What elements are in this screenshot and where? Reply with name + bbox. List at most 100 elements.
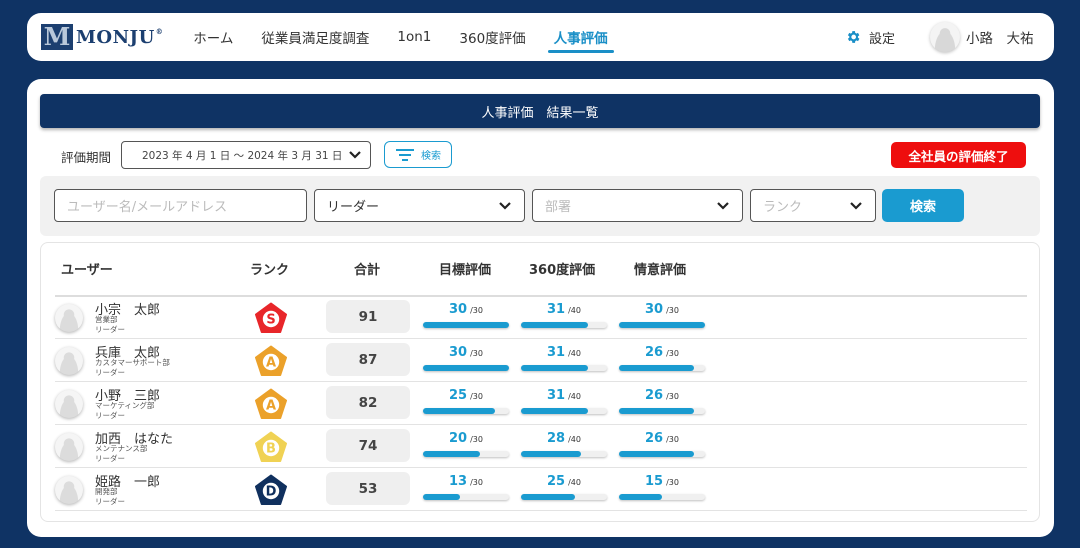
chevron-down-icon — [717, 202, 729, 210]
attitude-score-progress-fill — [619, 408, 694, 414]
user-role: リーダー — [95, 411, 125, 420]
user-avatar-icon — [55, 304, 83, 332]
user-department: メンテナンス部 — [95, 444, 148, 453]
column-header-360-evaluation[interactable]: 360度評価 — [529, 259, 595, 278]
goal-score: 30/30 — [423, 300, 509, 334]
period-select[interactable]: 2023 年 4 月 1 日 〜 2024 年 3 月 31 日 — [121, 141, 371, 169]
attitude-score-value: 26 — [645, 388, 664, 403]
360-score-max: /40 — [568, 435, 581, 444]
goal-score-progress-bar — [423, 451, 509, 457]
main-nav: ホーム 従業員満足度調査 1on1 360度評価 人事評価 — [193, 13, 635, 61]
nav-item-360-review[interactable]: 360度評価 — [459, 13, 525, 61]
goal-score-progress-bar — [423, 494, 509, 500]
user-name: 小路 大祐 — [966, 31, 1034, 47]
search-button[interactable]: 検索 — [882, 189, 964, 222]
user-department-role: 営業部 リーダー — [95, 315, 125, 335]
goal-score-text: 25/30 — [423, 388, 509, 403]
attitude-score-text: 26/30 — [619, 388, 705, 403]
goal-score: 13/30 — [423, 472, 509, 506]
attitude-score-value: 30 — [645, 302, 664, 317]
user-avatar-icon — [930, 22, 960, 52]
user-department-role: カスタマーサポート部 リーダー — [95, 358, 170, 378]
total-score: 82 — [326, 386, 410, 419]
rank-badge-icon: A — [255, 388, 287, 419]
rank-letter: B — [266, 442, 276, 457]
goal-score: 20/30 — [423, 429, 509, 463]
table-row[interactable]: 小宗 太郎 営業部 リーダー S 91 30/30 31/40 30/30 — [55, 296, 1027, 339]
settings-link[interactable]: 設定 — [845, 13, 895, 61]
table-row[interactable]: 姫路 一郎 開発部 リーダー D 53 13/30 25/40 15/30 — [55, 468, 1027, 511]
main-card: 人事評価 結果一覧 評価期間 2023 年 4 月 1 日 〜 2024 年 3… — [27, 79, 1054, 537]
nav-item-satisfaction-survey[interactable]: 従業員満足度調査 — [261, 13, 369, 61]
360-score-value: 31 — [547, 345, 566, 360]
rank-select[interactable]: ランク — [750, 189, 876, 222]
column-header-user[interactable]: ユーザー — [61, 259, 113, 278]
department-select[interactable]: 部署 — [532, 189, 743, 222]
attitude-score-text: 30/30 — [619, 302, 705, 317]
360-score-progress-fill — [521, 494, 575, 500]
360-score: 31/40 — [521, 300, 607, 334]
goal-score-value: 20 — [449, 431, 468, 446]
attitude-score: 26/30 — [619, 429, 705, 463]
settings-label: 設定 — [869, 31, 896, 47]
360-score-value: 28 — [547, 431, 566, 446]
attitude-score-value: 26 — [645, 431, 664, 446]
360-score: 31/40 — [521, 386, 607, 420]
logo-mark: M — [41, 24, 73, 50]
rank-letter: D — [266, 485, 277, 500]
page-title: 人事評価 結果一覧 — [40, 94, 1040, 128]
department-select-placeholder: 部署 — [545, 200, 572, 215]
user-avatar-icon — [55, 476, 83, 504]
user-department-role: 開発部 リーダー — [95, 487, 125, 507]
filter-icon — [396, 148, 414, 161]
attitude-score-value: 26 — [645, 345, 664, 360]
goal-score-value: 25 — [449, 388, 468, 403]
attitude-score-progress-bar — [619, 365, 705, 371]
360-score-text: 31/40 — [521, 388, 607, 403]
rank-letter: A — [266, 399, 276, 414]
360-score-progress-fill — [521, 408, 588, 414]
column-header-rank[interactable]: ランク — [250, 259, 289, 278]
360-score-text: 31/40 — [521, 302, 607, 317]
user-avatar-icon — [55, 347, 83, 375]
attitude-score-max: /30 — [666, 435, 679, 444]
user-search-input[interactable]: ユーザー名/メールアドレス — [54, 189, 307, 222]
rank-letter: S — [266, 313, 275, 328]
user-menu[interactable]: 小路 大祐 — [930, 13, 1034, 61]
total-score: 87 — [326, 343, 410, 376]
user-department: カスタマーサポート部 — [95, 358, 170, 367]
nav-item-home[interactable]: ホーム — [193, 13, 233, 61]
360-score-progress-bar — [521, 322, 607, 328]
chevron-down-icon — [499, 202, 511, 210]
table-row[interactable]: 加西 はなた メンテナンス部 リーダー B 74 20/30 28/40 26/… — [55, 425, 1027, 468]
user-avatar-icon — [55, 390, 83, 418]
column-header-attitude-evaluation[interactable]: 情意評価 — [634, 259, 686, 278]
goal-score-progress-bar — [423, 365, 509, 371]
goal-score-progress-fill — [423, 365, 509, 371]
nav-item-1on1[interactable]: 1on1 — [397, 13, 431, 61]
goal-score: 30/30 — [423, 343, 509, 377]
goal-score-text: 20/30 — [423, 431, 509, 446]
goal-score-progress-bar — [423, 322, 509, 328]
table-row[interactable]: 小野 三郎 マーケティング部 リーダー A 82 25/30 31/40 26/… — [55, 382, 1027, 425]
goal-score: 25/30 — [423, 386, 509, 420]
360-score-max: /40 — [568, 306, 581, 315]
table-row[interactable]: 兵庫 太郎 カスタマーサポート部 リーダー A 87 30/30 31/40 2… — [55, 339, 1027, 382]
monju-logo[interactable]: M MONJU® — [41, 24, 163, 50]
user-department: マーケティング部 — [95, 401, 155, 410]
attitude-score-text: 26/30 — [619, 431, 705, 446]
top-navigation-bar: M MONJU® ホーム 従業員満足度調査 1on1 360度評価 人事評価 設… — [27, 13, 1054, 61]
chevron-down-icon — [850, 202, 862, 210]
role-select[interactable]: リーダー — [314, 189, 525, 222]
rank-badge-icon: S — [255, 302, 287, 333]
filter-button[interactable]: 検索 — [384, 141, 452, 168]
finish-all-evaluations-button[interactable]: 全社員の評価終了 — [891, 142, 1026, 168]
nav-item-hr-evaluation[interactable]: 人事評価 — [547, 13, 614, 61]
attitude-score-progress-bar — [619, 408, 705, 414]
goal-score-value: 13 — [449, 474, 468, 489]
360-score-value: 31 — [547, 388, 566, 403]
column-header-total[interactable]: 合計 — [354, 259, 380, 278]
total-score: 91 — [326, 300, 410, 333]
column-header-goal-evaluation[interactable]: 目標評価 — [439, 259, 491, 278]
chevron-down-icon — [349, 151, 361, 159]
